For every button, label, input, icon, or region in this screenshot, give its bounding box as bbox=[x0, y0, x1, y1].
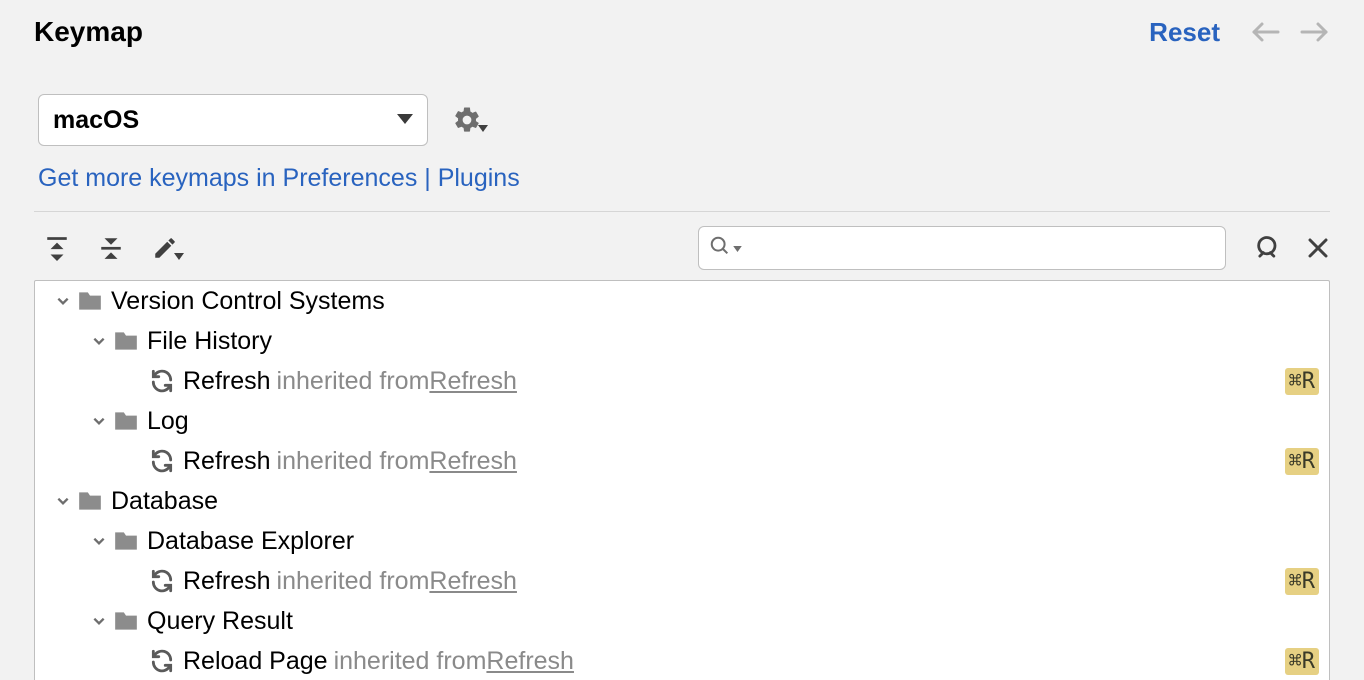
more-keymaps-link[interactable]: Get more keymaps in Preferences | Plugin… bbox=[0, 146, 1364, 211]
tree-action[interactable]: Refresh inherited from Refresh ⌘R bbox=[35, 361, 1329, 401]
chevron-down-icon[interactable] bbox=[85, 334, 113, 348]
search-dropdown-icon[interactable] bbox=[733, 239, 742, 257]
edit-icon[interactable] bbox=[152, 235, 184, 261]
chevron-down-icon bbox=[397, 111, 413, 129]
tree-group[interactable]: Query Result bbox=[35, 601, 1329, 641]
keymap-tree[interactable]: Version Control Systems File History Refre… bbox=[34, 280, 1330, 680]
inherited-text: inherited from bbox=[334, 647, 487, 676]
folder-icon bbox=[77, 490, 103, 512]
tree-action[interactable]: Refresh inherited from Refresh ⌘R bbox=[35, 441, 1329, 481]
close-icon[interactable] bbox=[1306, 236, 1330, 260]
tree-action-label: Refresh bbox=[183, 567, 271, 596]
keymap-select[interactable]: macOS bbox=[38, 94, 428, 146]
tree-action[interactable]: Reload Page inherited from Refresh ⌘R bbox=[35, 641, 1329, 680]
folder-icon bbox=[113, 530, 139, 552]
gear-icon[interactable] bbox=[452, 105, 488, 135]
shortcut-badge: ⌘R bbox=[1285, 648, 1320, 675]
find-shortcut-icon[interactable] bbox=[1254, 234, 1282, 262]
back-arrow-icon[interactable] bbox=[1250, 20, 1280, 44]
tree-group-label: File History bbox=[147, 327, 272, 356]
tree-group[interactable]: Database bbox=[35, 481, 1329, 521]
tree-group[interactable]: File History bbox=[35, 321, 1329, 361]
shortcut-badge: ⌘R bbox=[1285, 368, 1320, 395]
page-title: Keymap bbox=[34, 16, 1149, 48]
refresh-icon bbox=[149, 648, 175, 674]
tree-action-label: Refresh bbox=[183, 367, 271, 396]
search-icon bbox=[709, 235, 731, 262]
collapse-all-icon[interactable] bbox=[98, 235, 124, 261]
inherited-link[interactable]: Refresh bbox=[429, 567, 517, 596]
folder-icon bbox=[113, 610, 139, 632]
inherited-link[interactable]: Refresh bbox=[429, 447, 517, 476]
keymap-select-value: macOS bbox=[53, 106, 139, 135]
tree-group[interactable]: Version Control Systems bbox=[35, 281, 1329, 321]
tree-group[interactable]: Database Explorer bbox=[35, 521, 1329, 561]
refresh-icon bbox=[149, 368, 175, 394]
inherited-text: inherited from bbox=[277, 447, 430, 476]
folder-icon bbox=[77, 290, 103, 312]
shortcut-badge: ⌘R bbox=[1285, 568, 1320, 595]
tree-action[interactable]: Refresh inherited from Refresh ⌘R bbox=[35, 561, 1329, 601]
chevron-down-icon[interactable] bbox=[85, 414, 113, 428]
folder-icon bbox=[113, 330, 139, 352]
search-input-container[interactable] bbox=[698, 226, 1226, 270]
inherited-link[interactable]: Refresh bbox=[429, 367, 517, 396]
tree-group-label: Log bbox=[147, 407, 189, 436]
tree-group-label: Query Result bbox=[147, 607, 293, 636]
search-input[interactable] bbox=[744, 237, 1215, 260]
tree-group-label: Database bbox=[111, 487, 218, 516]
reset-button[interactable]: Reset bbox=[1149, 17, 1220, 48]
inherited-link[interactable]: Refresh bbox=[486, 647, 574, 676]
chevron-down-icon[interactable] bbox=[49, 494, 77, 508]
refresh-icon bbox=[149, 448, 175, 474]
tree-group-label: Database Explorer bbox=[147, 527, 354, 556]
shortcut-badge: ⌘R bbox=[1285, 448, 1320, 475]
folder-icon bbox=[113, 410, 139, 432]
chevron-down-icon[interactable] bbox=[49, 294, 77, 308]
tree-group[interactable]: Log bbox=[35, 401, 1329, 441]
tree-group-label: Version Control Systems bbox=[111, 287, 385, 316]
chevron-down-icon[interactable] bbox=[85, 614, 113, 628]
tree-action-label: Refresh bbox=[183, 447, 271, 476]
forward-arrow-icon[interactable] bbox=[1300, 20, 1330, 44]
tree-action-label: Reload Page bbox=[183, 647, 328, 676]
refresh-icon bbox=[149, 568, 175, 594]
inherited-text: inherited from bbox=[277, 367, 430, 396]
expand-all-icon[interactable] bbox=[44, 235, 70, 261]
inherited-text: inherited from bbox=[277, 567, 430, 596]
chevron-down-icon[interactable] bbox=[85, 534, 113, 548]
